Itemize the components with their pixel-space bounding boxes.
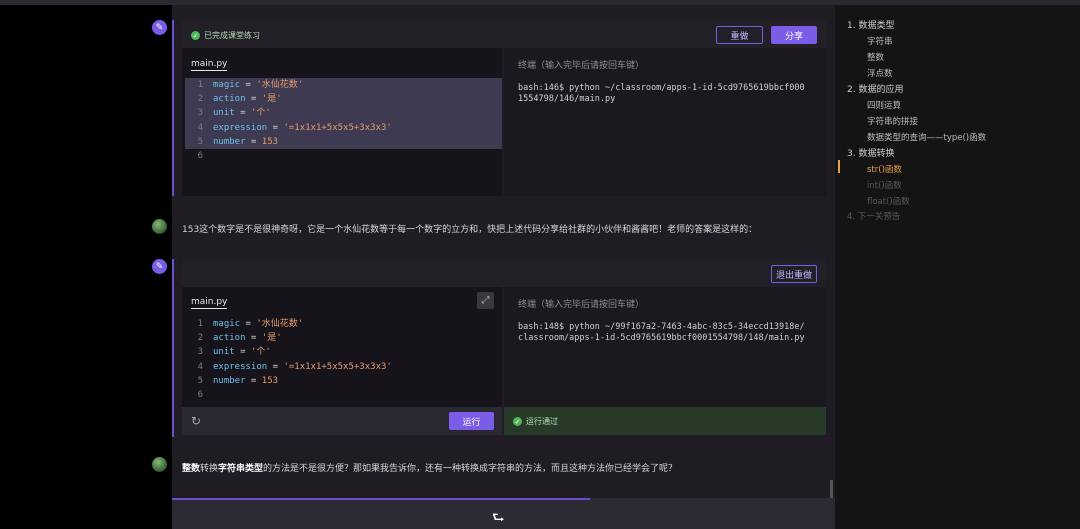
toc-section[interactable]: 1. 数据类型 — [847, 18, 894, 31]
toc-item[interactable]: int()函数 — [867, 179, 902, 191]
code-text: magic = '水仙花数' — [213, 80, 304, 90]
exit-redo-button[interactable]: 退出重做 — [771, 265, 817, 283]
line-number: 6 — [197, 389, 203, 400]
terminal-title: 终端（输入完毕后请按回车键） — [518, 300, 645, 310]
line-number: 5 — [197, 375, 203, 386]
completed-status: ✓ 已完成课堂练习 — [191, 31, 260, 40]
line-number: 1 — [197, 80, 203, 90]
run-button[interactable]: 运行 — [449, 412, 494, 430]
terminal-line: bash:146$ python ~/classroom/apps-1-id-5… — [518, 83, 805, 93]
line-number: 5 — [197, 136, 203, 147]
toc-item[interactable]: 字符串 — [867, 35, 893, 47]
line-number: 2 — [197, 333, 203, 344]
terminal-output: bash:146$ python ~/classroom/apps-1-id-5… — [518, 83, 805, 105]
app: ✎ ✎ ✓ 已完成课堂练习 重做 分享 main.py 1 magic = '水仙… — [0, 0, 1080, 529]
code-text: expression = '=1x1x1+5x5x5+3x3x3' — [213, 361, 392, 372]
terminal-line: 1554798/146/main.py — [518, 94, 616, 104]
edit-icon[interactable]: ✎ — [152, 259, 167, 274]
toc-item[interactable]: 数据类型的查询——type()函数 — [867, 131, 986, 143]
toc-item-active[interactable]: str()函数 — [867, 163, 902, 175]
code-text: action = '是' — [213, 94, 282, 105]
line-number: 3 — [197, 347, 203, 358]
toc-item[interactable]: 四则运算 — [867, 99, 901, 111]
terminal-line: bash:148$ python ~/99f167a2-7463-4abc-83… — [518, 322, 805, 332]
thread-line — [172, 259, 174, 437]
refresh-icon[interactable]: ↻ — [191, 414, 201, 428]
terminal-title: 终端（输入完毕后请按回车键） — [518, 61, 645, 71]
line-number: 4 — [197, 122, 203, 133]
line-number: 2 — [197, 94, 203, 105]
teacher-message: 153这个数字是不是很神奇呀，它是一个水仙花数等于每一个数字的立方和，快把上述代… — [182, 225, 758, 235]
teacher-avatar — [152, 219, 167, 234]
toc-item[interactable]: 字符串的拼接 — [867, 115, 918, 127]
code-text: expression = '=1x1x1+5x5x5+3x3x3' — [213, 122, 392, 133]
next-arrow-icon[interactable]: ⮑ — [492, 507, 505, 529]
toc-section[interactable]: 4. 下一关预告 — [847, 210, 900, 222]
code-text: magic = '水仙花数' — [213, 319, 304, 329]
toc-section[interactable]: 2. 数据的应用 — [847, 82, 903, 95]
terminal-line: classroom/apps-1-id-5cd9765619bbcf000155… — [518, 333, 805, 343]
code-text: unit = '个' — [213, 347, 271, 358]
check-icon: ✓ — [191, 31, 200, 40]
edit-icon[interactable]: ✎ — [152, 20, 167, 35]
progress-bar — [172, 498, 590, 500]
toc-item[interactable]: float()函数 — [867, 195, 910, 207]
code-text: unit = '个' — [213, 108, 271, 119]
line-number: 3 — [197, 108, 203, 119]
thread-line — [172, 20, 174, 196]
code-text: number = 153 — [213, 375, 279, 386]
line-number: 6 — [197, 150, 203, 161]
toc-section[interactable]: 3. 数据转换 — [847, 146, 894, 159]
file-tab[interactable]: main.py — [191, 297, 228, 309]
teacher-message: 整数转换字符串类型的方法是不是很方便？那如果我告诉你，还有一种转换成字符串的方法… — [182, 464, 678, 474]
scrollbar[interactable] — [830, 480, 833, 498]
expand-icon[interactable]: ⤢ — [477, 292, 494, 309]
terminal-output: bash:148$ python ~/99f167a2-7463-4abc-83… — [518, 322, 805, 344]
check-icon: ✓ — [513, 417, 522, 426]
code-text: action = '是' — [213, 333, 282, 344]
toc-item[interactable]: 整数 — [867, 51, 884, 63]
share-button[interactable]: 分享 — [771, 26, 817, 44]
toc-item[interactable]: 浮点数 — [867, 67, 893, 79]
exercise-header — [182, 259, 826, 287]
toc-active-marker — [838, 160, 840, 173]
teacher-avatar — [152, 457, 167, 472]
pass-status: ✓ 运行通过 — [513, 417, 558, 426]
line-number: 4 — [197, 361, 203, 372]
code-text: number = 153 — [213, 136, 279, 147]
file-tab[interactable]: main.py — [191, 59, 228, 71]
redo-button[interactable]: 重做 — [716, 26, 763, 44]
line-number: 1 — [197, 319, 203, 329]
